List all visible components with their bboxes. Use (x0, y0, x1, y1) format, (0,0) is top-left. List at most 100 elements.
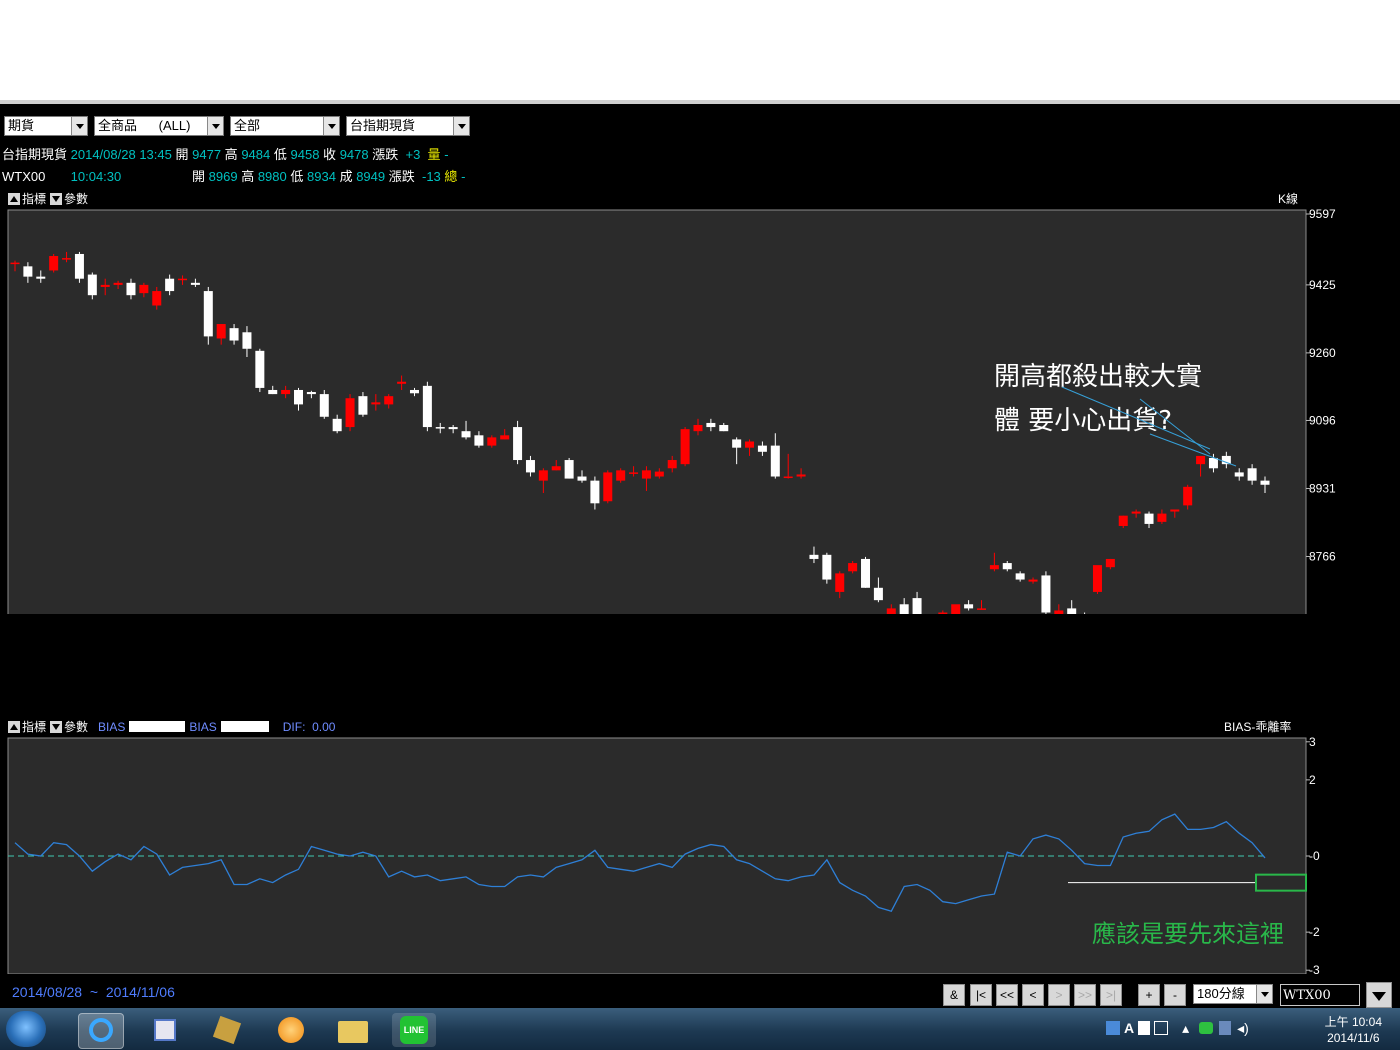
bias-y-tick-label: -0 (1309, 849, 1320, 863)
network-icon[interactable] (1219, 1021, 1232, 1035)
symbol-input[interactable] (1280, 984, 1360, 1006)
candle-body (1208, 457, 1218, 469)
chevron-down-icon[interactable] (1256, 985, 1272, 1003)
candle-body (886, 608, 896, 614)
nav-button-amp[interactable]: & (943, 984, 965, 1006)
candle-body (306, 392, 316, 395)
candle-body (861, 558, 871, 588)
candle-body (951, 604, 961, 614)
nav-button-page-back[interactable]: << (996, 984, 1018, 1006)
candle-body (912, 598, 922, 614)
candle-body (500, 435, 510, 440)
period-value: 180分線 (1197, 986, 1245, 1001)
candle-body (551, 466, 561, 471)
folder-icon[interactable] (330, 1013, 374, 1047)
candle-body (216, 324, 226, 339)
candle-body (1183, 486, 1193, 506)
candle-body (23, 266, 33, 277)
candle-body (358, 396, 368, 415)
candle-body (49, 256, 59, 271)
ime-settings-icon[interactable] (1154, 1021, 1169, 1035)
candle-body (190, 282, 200, 285)
candle-body (435, 427, 445, 429)
candle-body (616, 470, 626, 481)
candle-body (268, 389, 278, 395)
ime-width-icon[interactable] (1138, 1021, 1151, 1035)
candle-body (1002, 563, 1012, 570)
media-player-icon[interactable] (142, 1013, 186, 1047)
candle-body (577, 476, 587, 481)
zoom-in-button[interactable]: + (1138, 984, 1160, 1006)
candle-body (397, 381, 407, 384)
candle-body (448, 427, 458, 430)
candle-body (1157, 513, 1167, 522)
candle-body (1144, 513, 1154, 524)
system-tray: A ▴ ◂) (1106, 1020, 1276, 1038)
candle-body (422, 385, 432, 428)
candle-body (564, 460, 574, 479)
bias-chart: 3 2 -0 -2 -3 應該是要先來這裡 (7, 735, 1320, 974)
candle-body (1015, 573, 1025, 580)
candle-body (1247, 468, 1257, 481)
ime-icon[interactable] (1106, 1021, 1120, 1035)
candle-body (680, 429, 690, 465)
ime-mode-icon[interactable]: A (1124, 1020, 1134, 1036)
nav-button-last[interactable]: >| (1100, 984, 1122, 1006)
candle-body (1118, 515, 1128, 526)
dropdown-arrow-button[interactable] (1366, 982, 1392, 1008)
volume-icon[interactable]: ◂) (1237, 1020, 1249, 1036)
bias-y-tick-label: 2 (1309, 773, 1316, 787)
candle-body (848, 563, 858, 572)
clock-time: 上午 10:04 (1324, 1015, 1382, 1029)
candle-body (62, 258, 72, 260)
candle-body (783, 476, 793, 479)
chat-tray-icon[interactable] (1199, 1022, 1214, 1034)
candle-body (641, 470, 651, 479)
zoom-out-button[interactable]: - (1164, 984, 1186, 1006)
candle-body (873, 587, 883, 601)
nav-button-back[interactable]: < (1022, 984, 1044, 1006)
price-y-tick-label: 9260 (1309, 346, 1336, 360)
trading-app-icon[interactable] (204, 1013, 248, 1047)
date-end: 2014/11/06 (105, 984, 175, 1000)
bias-y-tick-label: 3 (1309, 735, 1316, 749)
trading-window: 期貨 全商品 (ALL) 全部 台指期現貨 台指期現貨 2014/08/28 1… (0, 100, 1400, 1008)
candle-body (36, 276, 46, 279)
clock[interactable]: 上午 10:04 2014/11/6 (1325, 1014, 1382, 1046)
period-select[interactable]: 180分線 (1193, 984, 1273, 1004)
candle-body (538, 470, 548, 481)
candle-body (255, 350, 265, 388)
candle-body (745, 441, 755, 448)
orange-app-icon[interactable] (268, 1013, 312, 1047)
candle-body (796, 474, 806, 477)
candle-body (964, 604, 974, 609)
price-annotation-line1: 開高都殺出較大實 (994, 362, 1202, 392)
show-hidden-icons[interactable]: ▴ (1182, 1020, 1189, 1036)
candle-body (719, 425, 729, 432)
candle-body (409, 389, 419, 394)
candle-body (1067, 608, 1077, 614)
nav-button-forward[interactable]: > (1048, 984, 1070, 1006)
candle-body (899, 604, 909, 614)
candle-body (770, 445, 780, 477)
windows-start-icon[interactable] (6, 1011, 46, 1047)
candle-body (461, 431, 471, 438)
candle-body (1105, 558, 1115, 568)
candle-body (345, 398, 355, 428)
candle-body (989, 565, 999, 570)
price-y-tick-label: 9425 (1309, 278, 1336, 292)
candle-body (178, 278, 188, 281)
nav-button-first[interactable]: |< (970, 984, 992, 1006)
internet-explorer-icon[interactable] (78, 1013, 124, 1049)
candle-body (10, 262, 20, 265)
candle-body (513, 427, 523, 461)
candle-body (165, 278, 175, 292)
nav-button-page-forward[interactable]: >> (1074, 984, 1096, 1006)
line-app-icon[interactable]: LINE (392, 1013, 436, 1047)
price-y-tick-label: 8931 (1309, 481, 1336, 495)
candle-body (1041, 575, 1051, 613)
candle-body (332, 418, 342, 432)
candle-body (1170, 509, 1180, 512)
price-annotation-line2: 體 要小心出貨? (994, 406, 1172, 436)
price-y-tick-label: 9096 (1309, 413, 1336, 427)
